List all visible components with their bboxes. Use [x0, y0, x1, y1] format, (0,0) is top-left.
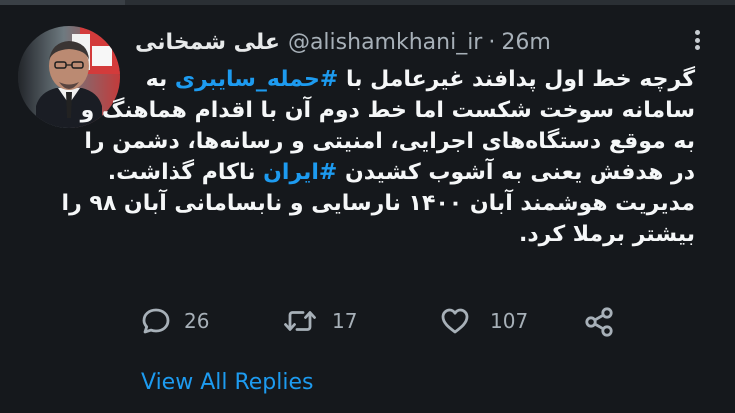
reply-count: 26: [184, 309, 210, 333]
retweet-button[interactable]: 17: [282, 304, 357, 338]
tweet-line-6: بیشتر برملا کرد.: [518, 222, 695, 247]
retweet-icon: [284, 311, 316, 331]
tweet-line-5: مدیریت هوشمند آبان ۱۴۰۰ نارسایی و نابسام…: [61, 191, 695, 216]
hashtag-iran[interactable]: #ایران: [263, 160, 337, 185]
tweet-line-1-after: به: [145, 67, 175, 92]
more-dot-1: [694, 30, 700, 35]
user-handle[interactable]: @alishamkhani_ir: [288, 30, 482, 55]
display-name[interactable]: علی شمخانی: [135, 30, 280, 55]
retweet-count: 17: [332, 309, 358, 333]
tweet-line-1-before: گرچه خط اول پدافند غیرعامل با: [338, 67, 695, 92]
view-all-replies-link[interactable]: View All Replies: [141, 370, 314, 395]
share-button[interactable]: [582, 304, 616, 338]
tweet-card: علی شمخانی @alishamkhani_ir · 26m گرچه خ…: [0, 0, 735, 413]
header-separator: ·: [488, 29, 496, 55]
tweet-line-2: سامانه سوخت شکست اما خط دوم آن با اقدام …: [80, 98, 695, 123]
more-dot-2: [694, 37, 700, 43]
tweet-line-4: در هدفش یعنی به آشوب کشیدن #ایران ناکام …: [108, 157, 695, 188]
reply-button[interactable]: 26: [140, 304, 209, 338]
hashtag-cyber-attack[interactable]: #حمله_سایبری: [175, 67, 338, 92]
tweet-text: گرچه خط اول پدافند غیرعامل با #حمله_سایب…: [61, 64, 695, 286]
like-count: 107: [490, 309, 529, 333]
tweet-line-1: گرچه خط اول پدافند غیرعامل با #حمله_سایب…: [135, 64, 695, 95]
tweet-actions: 26 17 107: [140, 304, 640, 338]
more-dot-3: [694, 45, 700, 50]
comment-icon: [142, 308, 170, 334]
tweet-line-4-before: در هدفش یعنی به آشوب کشیدن: [337, 160, 695, 185]
tweet-time[interactable]: 26m: [501, 30, 550, 55]
share-icon: [585, 307, 613, 337]
divider-segment: [0, 0, 125, 5]
heart-icon: [441, 308, 469, 334]
top-divider: [0, 0, 735, 5]
tweet-line-4-after: ناکام گذاشت.: [107, 160, 264, 185]
tweet-line-3: به موقع دستگاه‌های اجرایی، امنیتی و رسان…: [84, 129, 695, 154]
like-button[interactable]: 107: [438, 304, 528, 338]
tweet-header: علی شمخانی @alishamkhani_ir · 26m: [135, 27, 575, 57]
more-options-icon[interactable]: [687, 28, 707, 52]
